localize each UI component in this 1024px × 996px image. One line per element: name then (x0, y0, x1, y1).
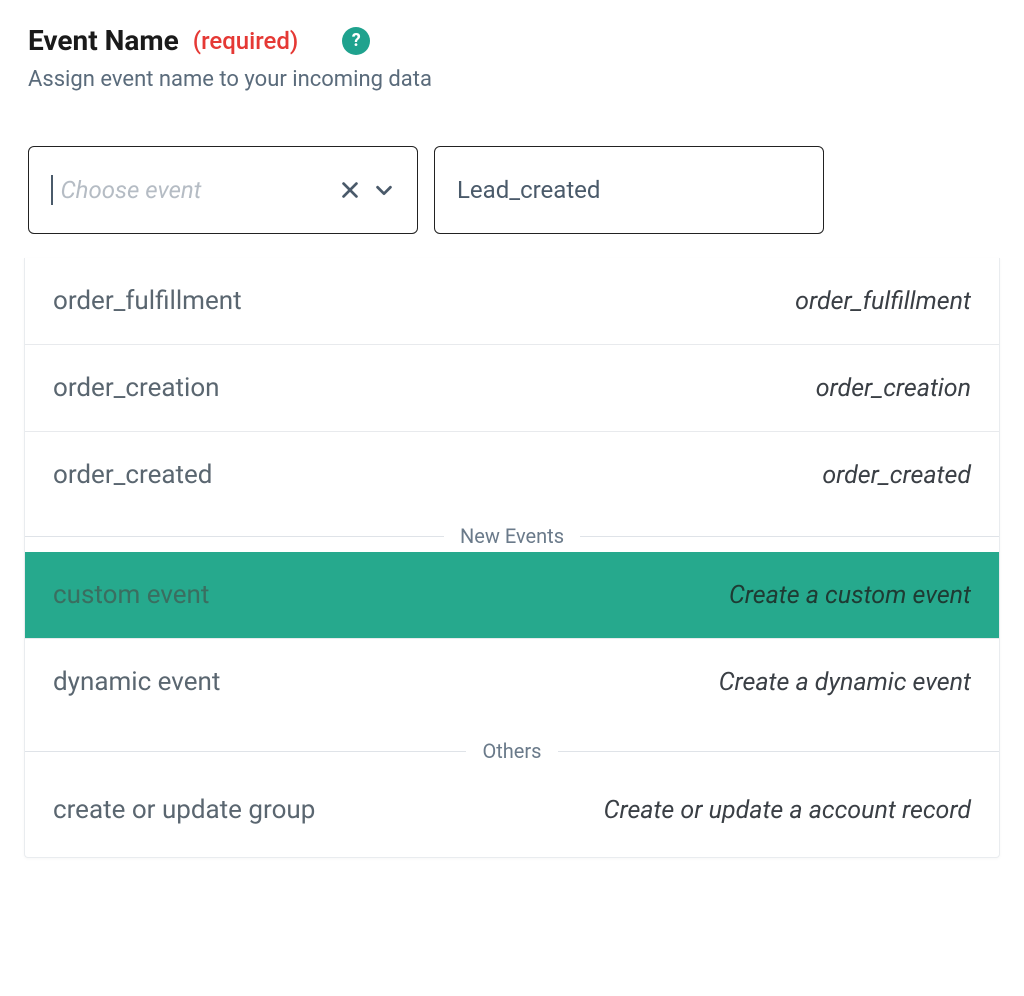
field-subtitle: Assign event name to your incoming data (28, 67, 996, 92)
option-label: dynamic event (53, 667, 220, 697)
option-label: order_creation (53, 373, 220, 403)
field-title: Event Name (28, 24, 179, 57)
text-cursor (51, 175, 53, 205)
option-custom-event[interactable]: custom event Create a custom event (25, 552, 999, 639)
option-label: order_created (53, 460, 212, 490)
option-label: order_fulfillment (53, 286, 242, 316)
option-order-created[interactable]: order_created order_created (25, 432, 999, 518)
help-icon[interactable]: ? (342, 27, 370, 55)
event-select[interactable]: Choose event (28, 146, 418, 234)
chevron-down-icon[interactable] (373, 179, 395, 201)
option-order-creation[interactable]: order_creation order_creation (25, 345, 999, 432)
select-placeholder: Choose event (61, 176, 340, 204)
group-label: New Events (460, 524, 564, 548)
option-desc: Create a dynamic event (719, 668, 971, 697)
option-label: custom event (53, 580, 209, 610)
option-order-fulfillment[interactable]: order_fulfillment order_fulfillment (25, 258, 999, 345)
option-desc: order_created (822, 461, 971, 490)
option-desc: Create or update a account record (604, 796, 971, 825)
option-dynamic-event[interactable]: dynamic event Create a dynamic event (25, 639, 999, 725)
option-desc: order_creation (816, 374, 971, 403)
group-label: Others (482, 739, 541, 763)
option-label: create or update group (53, 795, 315, 825)
clear-icon[interactable] (339, 179, 361, 201)
option-desc: Create a custom event (729, 581, 971, 610)
required-label: (required) (193, 27, 299, 55)
option-create-or-update-group[interactable]: create or update group Create or update … (25, 767, 999, 853)
group-divider-others: Others (25, 739, 999, 763)
option-desc: order_fulfillment (795, 287, 971, 316)
group-divider-new-events: New Events (25, 524, 999, 548)
event-dropdown: order_fulfillment order_fulfillment orde… (24, 258, 1000, 858)
event-name-input[interactable]: Lead_created (434, 146, 824, 234)
event-name-value: Lead_created (457, 176, 600, 204)
